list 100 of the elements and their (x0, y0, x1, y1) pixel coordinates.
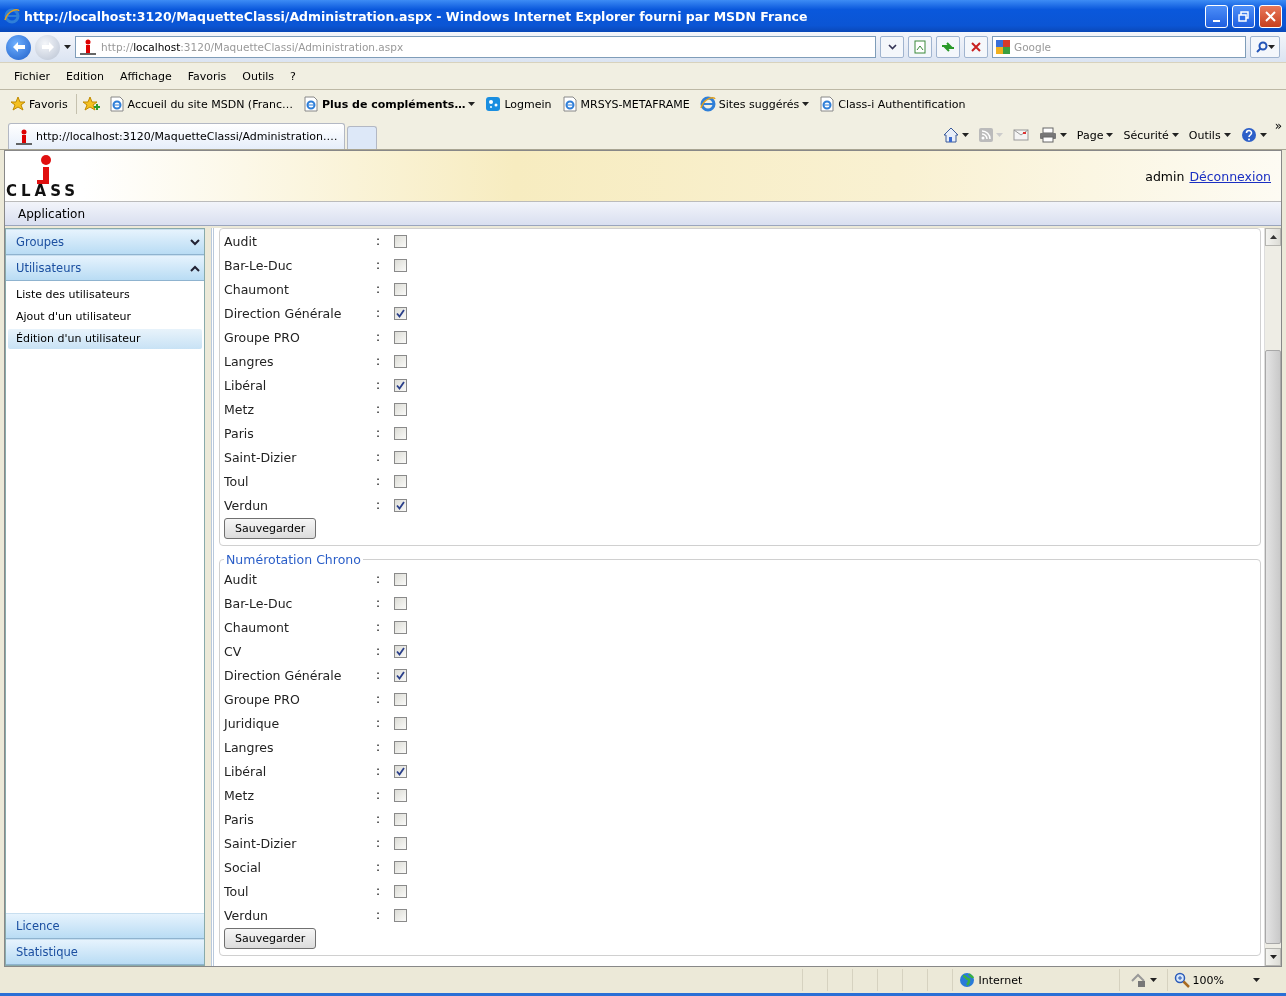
back-button[interactable] (6, 34, 31, 60)
checkmark-icon (396, 646, 405, 656)
caret-icon (1149, 978, 1157, 982)
minimize-icon (1213, 19, 1220, 22)
checkbox[interactable] (394, 306, 407, 320)
checkbox[interactable] (394, 426, 407, 440)
checkbox[interactable] (394, 788, 407, 802)
new-tab-button[interactable] (346, 126, 377, 149)
save-button[interactable]: Sauvegarder (224, 928, 317, 949)
colon: : (376, 596, 382, 610)
caret-icon (1259, 133, 1267, 137)
colon: : (376, 884, 382, 898)
refresh-icon (941, 41, 955, 53)
menu-item[interactable]: Application (18, 206, 86, 221)
checkbox[interactable] (394, 644, 407, 658)
checkbox[interactable] (394, 378, 407, 392)
checkbox[interactable] (394, 498, 407, 512)
browser-tab[interactable]: http://localhost:3120/MaquetteClassi/Administration.… (8, 123, 345, 149)
favorite-link[interactable]: Accueil du site MSDN (Franc… (106, 96, 295, 112)
caret-icon (1171, 133, 1179, 137)
save-button[interactable]: Sauvegarder (224, 518, 317, 539)
restore-button[interactable] (1232, 4, 1255, 28)
command-menu[interactable]: Sécurité (1121, 128, 1181, 142)
mail-button[interactable] (1010, 129, 1031, 141)
favorite-link[interactable]: Logmein (483, 96, 554, 112)
checkbox[interactable] (394, 282, 407, 296)
search-button[interactable] (1250, 36, 1280, 58)
sidebar-item[interactable]: Liste des utilisateurs (8, 285, 202, 305)
checkbox[interactable] (394, 354, 407, 368)
caret-icon (1223, 133, 1231, 137)
checkbox[interactable] (394, 884, 407, 898)
field-label: Toul (224, 473, 250, 489)
checkbox[interactable] (394, 258, 407, 272)
logout-link[interactable]: Déconnexion (1189, 168, 1271, 184)
checkbox[interactable] (394, 330, 407, 344)
menu-item[interactable]: Affichage (112, 69, 180, 83)
overflow-button[interactable]: » (1274, 119, 1282, 133)
refresh-button[interactable] (936, 36, 960, 58)
dropdown-button[interactable] (880, 36, 904, 58)
accordion-header[interactable]: Groupes (6, 229, 204, 255)
search-field[interactable]: Google (992, 36, 1246, 58)
arrow-left-icon (11, 41, 26, 53)
compatibility-button[interactable] (908, 36, 932, 58)
favorite-link[interactable]: Plus de compléments… (301, 96, 478, 112)
add-favorite-icon[interactable] (82, 96, 101, 112)
page-icon (561, 96, 578, 112)
checkbox[interactable] (394, 836, 407, 850)
field-label: CV (224, 643, 243, 659)
colon: : (376, 450, 382, 464)
menu-item[interactable]: Favoris (179, 69, 235, 83)
field-label: Chaumont (224, 619, 290, 635)
favorite-link[interactable]: Class-i Authentification (817, 96, 968, 112)
page-icon (819, 96, 836, 112)
accordion-header[interactable]: Licence (6, 913, 204, 939)
checkbox[interactable] (394, 474, 407, 488)
favorite-link[interactable]: MRSYS-METAFRAME (559, 96, 692, 112)
sidebar-item[interactable]: Édition d'un utilisateur (8, 329, 202, 349)
menu-item[interactable]: Fichier (6, 69, 58, 83)
close-button[interactable] (1259, 4, 1282, 28)
accordion-header[interactable]: Utilisateurs (6, 255, 204, 281)
checkbox[interactable] (394, 234, 407, 248)
minimize-button[interactable] (1205, 4, 1228, 28)
colon: : (376, 692, 382, 706)
checkbox[interactable] (394, 764, 407, 778)
favorites-button[interactable]: Favoris (8, 96, 70, 112)
feed-icon (978, 128, 993, 142)
checkbox[interactable] (394, 716, 407, 730)
scroll-down-icon[interactable] (1269, 955, 1277, 959)
scrollbar[interactable] (1264, 228, 1281, 966)
checkbox[interactable] (394, 450, 407, 464)
checkbox[interactable] (394, 668, 407, 682)
scroll-up-icon[interactable] (1269, 235, 1277, 239)
menu-item[interactable]: Edition (57, 69, 112, 83)
checkbox[interactable] (394, 596, 407, 610)
search-provider-icon (995, 39, 1011, 55)
command-menu[interactable]: Page (1074, 128, 1116, 142)
checkbox[interactable] (394, 620, 407, 634)
menu-item[interactable]: ? (282, 69, 304, 83)
menu-item[interactable]: Outils (234, 69, 283, 83)
checkbox[interactable] (394, 572, 407, 586)
feeds-button[interactable] (976, 128, 1005, 142)
arrow-right-icon (40, 41, 55, 53)
accordion-header[interactable]: Statistique (6, 939, 204, 965)
zoom-button[interactable]: 100% (1166, 969, 1266, 991)
checkbox[interactable] (394, 740, 407, 754)
favorite-link[interactable]: Sites suggérés (697, 96, 812, 112)
scrollbar-thumb[interactable] (1265, 350, 1281, 944)
checkbox[interactable] (394, 402, 407, 416)
field-label: Juridique (224, 715, 281, 731)
address-field[interactable]: http://localhost:3120/MaquetteClassi/Administration.aspx (75, 36, 876, 58)
field-label: Metz (224, 787, 255, 803)
checkbox[interactable] (394, 692, 407, 706)
sidebar-item[interactable]: Ajout d'un utilisateur (8, 307, 202, 327)
chevron-down-icon (887, 44, 897, 50)
stop-button[interactable] (964, 36, 988, 58)
checkmark-icon (396, 670, 405, 680)
checkbox[interactable] (394, 908, 407, 922)
checkbox[interactable] (394, 812, 407, 826)
command-menu[interactable]: Outils (1186, 128, 1233, 142)
checkbox[interactable] (394, 860, 407, 874)
